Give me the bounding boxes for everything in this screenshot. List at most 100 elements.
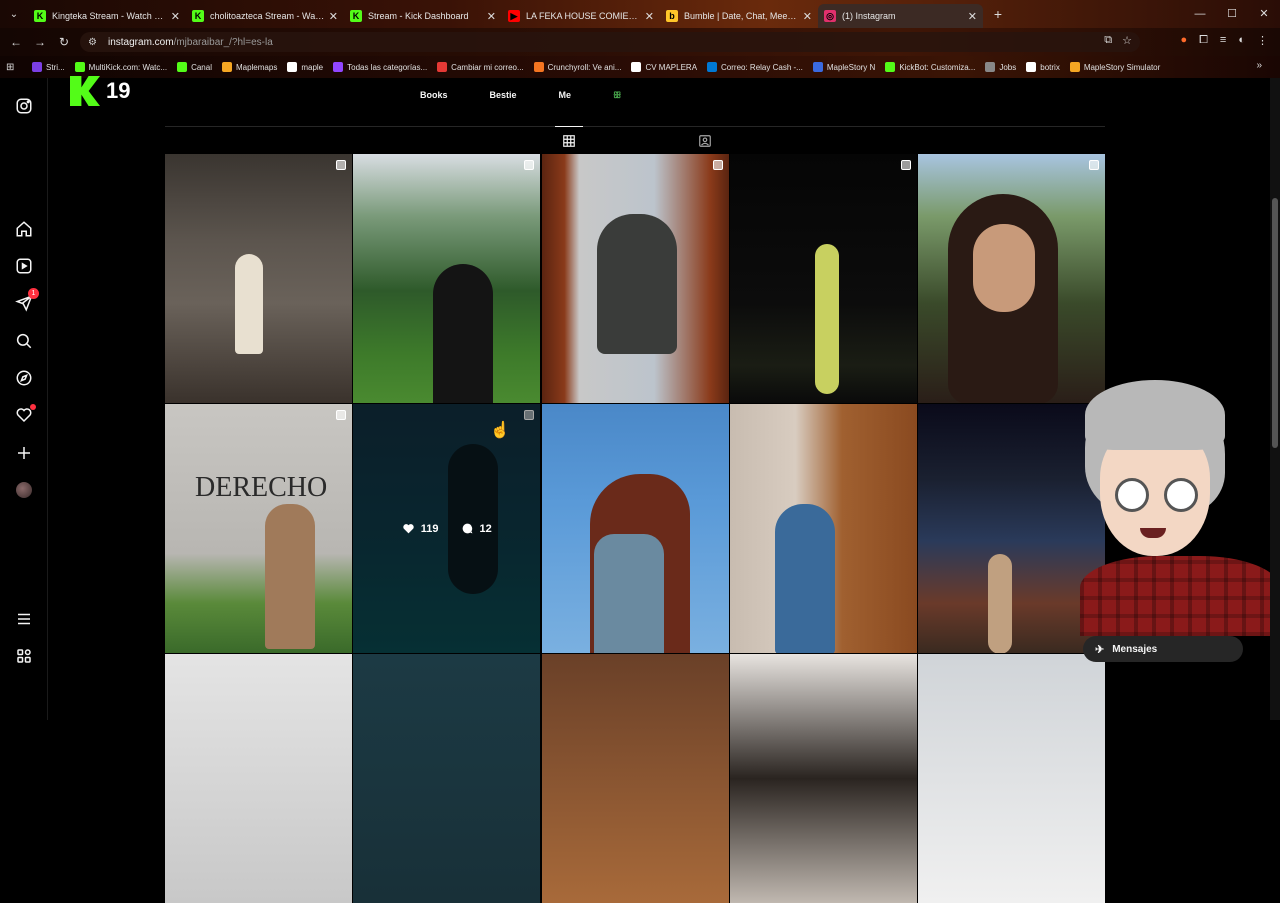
threads-icon[interactable] (14, 646, 34, 666)
likes-count: 119 (420, 522, 439, 535)
browser-tab[interactable]: ◎ (1) Instagram ✕ (818, 4, 983, 28)
bookmark-favicon (885, 62, 896, 72)
site-info-icon[interactable]: ⚙ (88, 37, 102, 48)
browser-tab[interactable]: K Stream - Kick Dashboard ✕ (344, 4, 502, 28)
tab-search-icon[interactable]: ⌄ (0, 0, 28, 28)
bookmark-label: Canal (191, 62, 212, 72)
post-6[interactable]: DERECHO (165, 404, 352, 653)
install-app-icon[interactable]: ⧉ (1104, 34, 1112, 47)
minimize-button[interactable]: — (1184, 0, 1216, 28)
close-window-button[interactable]: ✕ (1248, 0, 1280, 28)
home-icon[interactable] (14, 219, 34, 239)
bookmark-item[interactable]: MapleStory Simulator (1069, 62, 1160, 72)
highlight-flower[interactable]: ꕥ (613, 90, 621, 101)
tagged-icon (699, 135, 711, 147)
send-icon[interactable]: 1 (14, 288, 39, 313)
extensions-puzzle-icon[interactable]: ⧠ (1199, 34, 1208, 47)
browser-tab[interactable]: Kcholitoazteca Stream - Watch l ✕ (186, 4, 344, 28)
reels-icon[interactable] (14, 256, 34, 276)
post-9[interactable] (729, 404, 917, 653)
apps-grid-icon[interactable]: ⊞ (6, 62, 20, 73)
bookmark-label: CV MAPLERA (645, 62, 698, 72)
browser-menu-icon[interactable]: ⋮ (1257, 34, 1268, 47)
post-12[interactable] (353, 654, 541, 903)
search-icon[interactable] (14, 331, 34, 351)
menu-icon[interactable] (14, 609, 34, 629)
left-sidebar: 1 (0, 78, 48, 720)
bookmark-item[interactable]: botrix (1026, 62, 1060, 72)
post-5[interactable] (918, 154, 1105, 403)
post-11[interactable] (165, 654, 352, 903)
close-tab-icon[interactable]: ✕ (487, 10, 496, 23)
post-14[interactable] (729, 654, 917, 903)
more-bookmarks-icon[interactable]: » (1256, 60, 1262, 71)
comments-count: 12 (479, 522, 492, 535)
bookmark-favicon (707, 62, 718, 72)
messages-button[interactable]: ✈ Mensajes (1083, 636, 1243, 662)
explore-icon[interactable] (14, 368, 34, 388)
profile-avatar-browser[interactable]: ◐ (1238, 34, 1245, 47)
post-13[interactable] (541, 654, 729, 903)
url-input[interactable]: ⚙ instagram.com/mjbaraibar_/?hl=es-la ⧉ … (80, 32, 1140, 52)
post-8[interactable] (541, 404, 729, 653)
browser-tab[interactable]: K Kingteka Stream - Watch Live o ✕ (28, 4, 186, 28)
story-highlights: Books Bestie Me ꕥ (420, 90, 663, 101)
highlight-bestie[interactable]: Bestie (490, 90, 517, 101)
post-10[interactable] (918, 404, 1105, 653)
bookmark-item[interactable]: Maplemaps (221, 62, 277, 72)
post-1[interactable] (165, 154, 352, 403)
url-host: instagram.com (108, 36, 174, 48)
bookmark-star-icon[interactable]: ☆ (1122, 34, 1132, 47)
back-button[interactable]: ← (4, 35, 28, 49)
extension-icon[interactable]: ● (1180, 34, 1187, 47)
posts-grid-tab[interactable] (555, 126, 583, 154)
profile-avatar[interactable] (14, 480, 34, 500)
bookmark-label: MapleStory N (826, 62, 876, 72)
bookmark-item[interactable]: Correo: Relay Cash -... (707, 62, 803, 72)
close-tab-icon[interactable]: ✕ (645, 10, 654, 23)
post-7-hovered[interactable]: 119 12 (353, 404, 541, 653)
tagged-tab[interactable] (691, 127, 719, 155)
close-tab-icon[interactable]: ✕ (329, 10, 338, 23)
bookmark-item[interactable]: maple (287, 62, 323, 72)
highlight-books[interactable]: Books (420, 90, 448, 101)
bookmark-favicon (333, 62, 344, 72)
highlight-me[interactable]: Me (559, 90, 572, 101)
create-icon[interactable] (14, 443, 34, 463)
bookmark-item[interactable]: MultiKick.com: Watc... (74, 62, 167, 72)
tab-title: Kingteka Stream - Watch Live o (52, 11, 167, 21)
close-tab-icon[interactable]: ✕ (171, 10, 180, 23)
reload-button[interactable]: ↻ (52, 35, 76, 49)
instagram-icon[interactable] (14, 96, 34, 116)
bookmark-item[interactable]: Canal (177, 62, 212, 72)
post-2[interactable] (353, 154, 541, 403)
forward-button[interactable]: → (28, 35, 52, 49)
maximize-button[interactable]: ☐ (1216, 0, 1248, 28)
browser-tab[interactable]: ▶ LA FEKA HOUSE COMIENZA ✕ (502, 4, 660, 28)
bookmark-item[interactable]: KickBot: Customiza... (885, 62, 975, 72)
browser-tab[interactable]: b Bumble | Date, Chat, Meet New ✕ (660, 4, 818, 28)
bookmarks-bar: ⊞ Stri... MultiKick.com: Watc... Canal Mapl… (0, 56, 1280, 78)
bookmark-favicon (1069, 62, 1080, 72)
tab-title: cholitoazteca Stream - Watch l (210, 11, 325, 21)
close-tab-icon[interactable]: ✕ (968, 10, 977, 23)
heart-icon[interactable] (14, 404, 36, 425)
bookmark-item[interactable]: Cambiar mi correo... (437, 62, 524, 72)
bookmark-item[interactable]: Todas las categorías... (333, 62, 427, 72)
post-15[interactable] (918, 654, 1105, 903)
bookmark-item[interactable]: CV MAPLERA (631, 62, 697, 72)
close-tab-icon[interactable]: ✕ (803, 10, 812, 23)
carousel-icon (900, 160, 911, 170)
bookmark-item[interactable]: Crunchyroll: Ve ani... (533, 62, 621, 72)
hand-cursor-icon: ☝ (490, 422, 510, 439)
post-4[interactable] (729, 154, 917, 403)
new-tab-button[interactable]: + (987, 6, 1009, 22)
bookmark-label: Jobs (999, 62, 1017, 72)
media-control-icon[interactable]: ≡ (1220, 34, 1226, 47)
post-3[interactable] (541, 154, 729, 403)
bookmark-item[interactable]: Jobs (985, 62, 1016, 72)
page-scrollbar[interactable] (1270, 78, 1280, 720)
bookmark-favicon (32, 62, 42, 72)
bookmark-item[interactable]: Stri... (32, 62, 65, 72)
bookmark-item[interactable]: MapleStory N (812, 62, 876, 72)
